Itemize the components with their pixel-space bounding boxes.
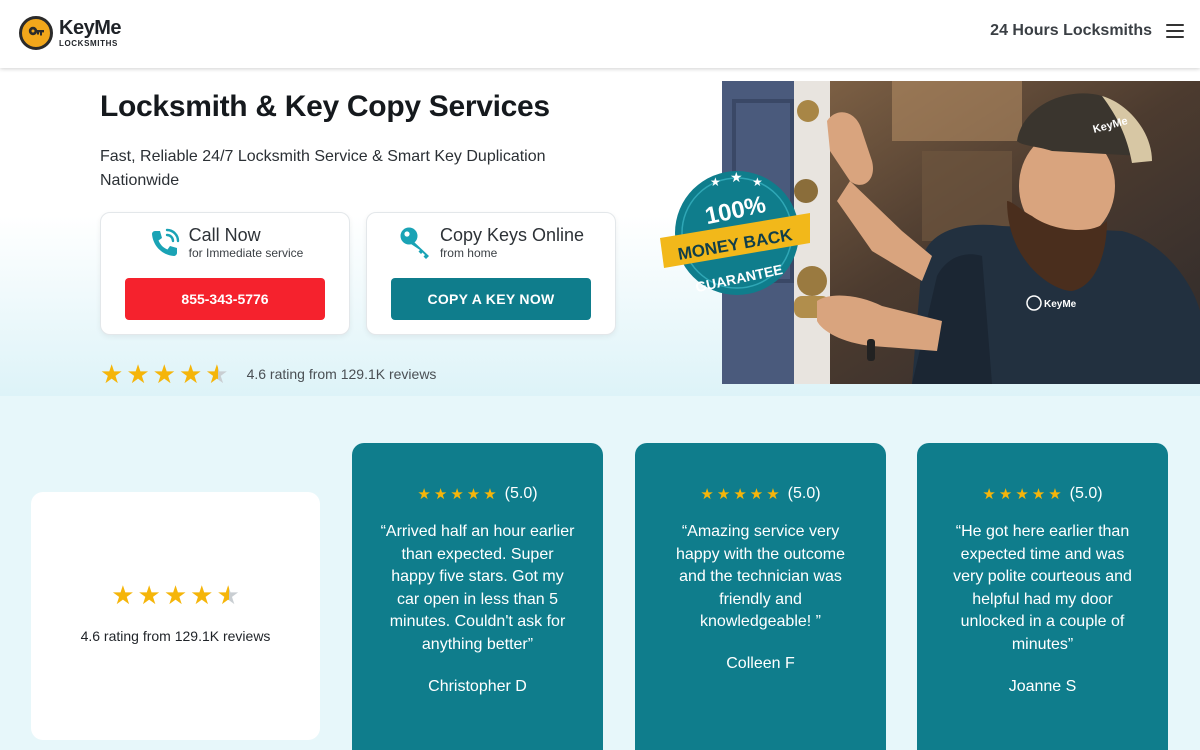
star-icon: ★	[450, 486, 464, 503]
key-logo-icon	[19, 16, 53, 50]
rating-stars: ★ ★ ★ ★ ★	[100, 361, 229, 387]
page-subtitle: Fast, Reliable 24/7 Locksmith Service & …	[100, 148, 546, 189]
star-icon: ★	[716, 486, 731, 503]
hero-section: Locksmith & Key Copy Services Fast, Reli…	[0, 68, 1200, 396]
star-icon: ★	[466, 486, 481, 503]
star-icon: ★	[178, 359, 203, 389]
half-star-icon: ★	[216, 580, 240, 610]
review-score: (5.0)	[1069, 485, 1103, 502]
star-icon: ★	[100, 359, 124, 389]
star-icon: ★	[749, 486, 764, 503]
key-icon	[398, 225, 434, 261]
star-icon: ★	[433, 486, 448, 503]
review-stars: ★ ★ ★ ★ ★ (5.0)	[917, 485, 1168, 503]
rating-text: 4.6 rating from 129.1K reviews	[246, 366, 437, 382]
logo-subtitle: LOCKSMITHS	[59, 39, 118, 48]
star-icon: ★	[126, 359, 150, 389]
rating-summary-card: ★ ★ ★ ★ ★ 4.6 rating from 129.1K reviews	[31, 492, 320, 740]
call-now-title: Call Now	[188, 225, 261, 245]
site-header: KeyMe LOCKSMITHS 24 Hours Locksmiths	[0, 0, 1200, 68]
review-card: ★ ★ ★ ★ ★ (5.0) “Arrived half an hour earlie…	[352, 443, 603, 750]
review-card: ★ ★ ★ ★ ★ (5.0) “Amazing service very happy …	[635, 443, 886, 750]
hero-rating: ★ ★ ★ ★ ★ 4.6 rating from 129.1K reviews	[100, 361, 436, 387]
copy-a-key-button[interactable]: COPY A KEY NOW	[391, 278, 591, 320]
half-star-icon: ★	[205, 359, 229, 389]
money-back-guarantee-badge: ★ ★ ★ 100% MONEY BACK GUARANTEE	[660, 168, 810, 298]
summary-rating-text: 4.6 rating from 129.1K reviews	[80, 628, 271, 644]
review-card: ★ ★ ★ ★ ★ (5.0) “He got here earlier than ex…	[917, 443, 1168, 750]
reviewer-name: Joanne S	[1008, 678, 1077, 695]
reviewer-name: Christopher D	[428, 678, 527, 695]
star-icon: ★	[766, 486, 780, 503]
svg-text:★: ★	[710, 175, 721, 189]
hamburger-menu-icon[interactable]	[1166, 24, 1184, 38]
star-icon: ★	[1031, 486, 1046, 503]
summary-stars: ★ ★ ★ ★ ★	[31, 582, 320, 608]
star-icon: ★	[982, 486, 996, 503]
copy-keys-title: Copy Keys Online	[439, 225, 585, 245]
svg-text:★: ★	[730, 169, 743, 185]
keyme-logo[interactable]: KeyMe LOCKSMITHS	[19, 16, 121, 50]
copy-keys-note: from home	[439, 246, 498, 260]
logo-name: KeyMe	[59, 17, 121, 39]
star-icon: ★	[417, 486, 431, 503]
svg-text:★: ★	[752, 175, 763, 189]
star-icon: ★	[190, 580, 214, 610]
review-stars: ★ ★ ★ ★ ★ (5.0)	[352, 485, 603, 503]
review-score: (5.0)	[787, 485, 821, 502]
shirt-logo-text: KeyMe	[1044, 299, 1077, 310]
reviewer-name: Colleen F	[726, 655, 795, 672]
call-now-card: Call Now for Immediate service 855-343-5…	[100, 212, 350, 335]
copy-keys-card: Copy Keys Online from home COPY A KEY NO…	[366, 212, 616, 335]
24-hours-locksmiths-link[interactable]: 24 Hours Locksmiths	[990, 22, 1152, 40]
review-quote: “Arrived half an hour earlier than expec…	[380, 523, 575, 653]
star-icon: ★	[1048, 486, 1062, 503]
call-now-note: for Immediate service	[188, 246, 304, 260]
star-icon: ★	[111, 580, 135, 610]
review-score: (5.0)	[504, 485, 538, 502]
star-icon: ★	[998, 486, 1013, 503]
review-quote: “Amazing service very happy with the out…	[676, 523, 845, 630]
star-icon: ★	[700, 486, 714, 503]
review-stars: ★ ★ ★ ★ ★ (5.0)	[635, 485, 886, 503]
review-quote: “He got here earlier than expected time …	[953, 523, 1132, 653]
star-icon: ★	[163, 580, 188, 610]
star-icon: ★	[483, 486, 497, 503]
star-icon: ★	[1015, 486, 1029, 503]
call-phone-button[interactable]: 855-343-5776	[125, 278, 325, 320]
phone-icon	[147, 225, 183, 261]
page-title: Locksmith & Key Copy Services	[100, 90, 550, 123]
reviews-section: ★ ★ ★ ★ ★ 4.6 rating from 129.1K reviews…	[0, 396, 1200, 750]
star-icon: ★	[152, 359, 176, 389]
star-icon: ★	[733, 486, 747, 503]
star-icon: ★	[137, 580, 161, 610]
